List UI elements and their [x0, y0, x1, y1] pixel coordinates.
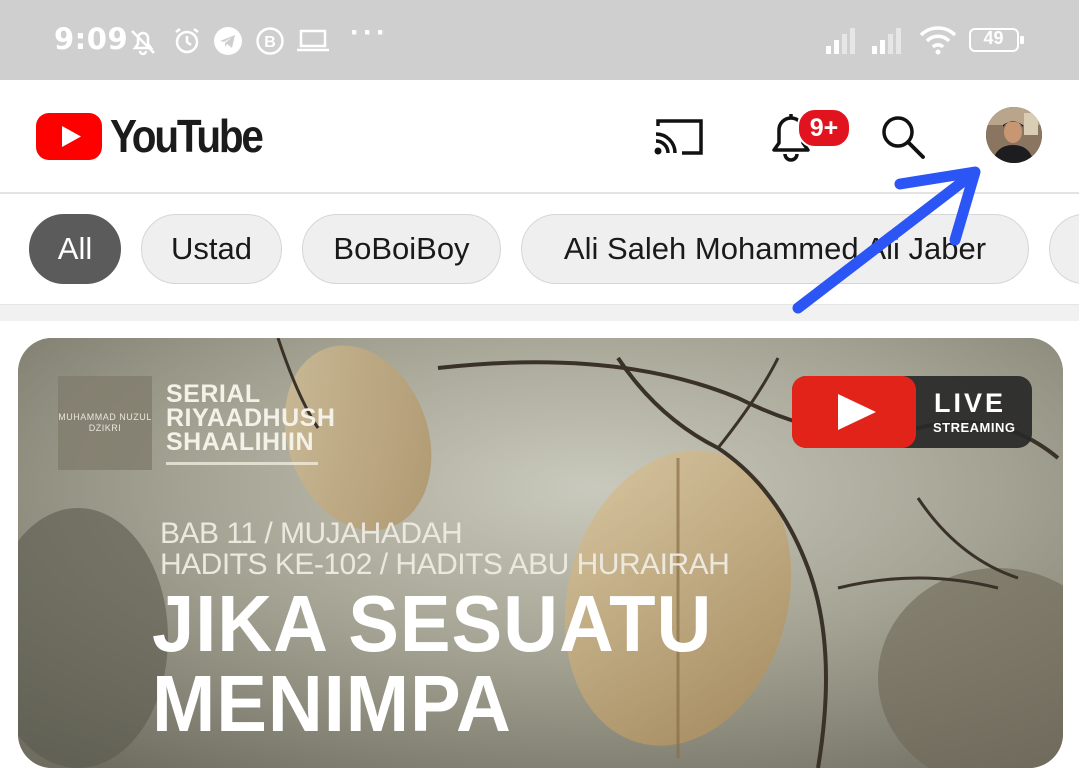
series-line-2: RIYAADHUSH [166, 404, 336, 432]
chip-next-partial[interactable] [1049, 214, 1079, 284]
title-line-2: MENIMPA [152, 659, 512, 748]
wifi-icon [919, 26, 957, 55]
status-bar: 9:09 B ··· 49 [0, 0, 1079, 80]
series-title: SERIAL RIYAADHUSH SHAALIHIIN [166, 380, 336, 456]
chip-ustad[interactable]: Ustad [141, 214, 282, 284]
chip-ali-saleh[interactable]: Ali Saleh Mohammed Ali Jaber [521, 214, 1029, 284]
mute-bell-icon [131, 30, 155, 56]
youtube-play-icon [36, 112, 102, 160]
live-play-box [792, 376, 916, 448]
telegram-icon [214, 27, 242, 55]
play-icon [838, 394, 876, 430]
title-line-1: JIKA SESUATU [152, 579, 713, 668]
chip-all[interactable]: All [29, 214, 121, 284]
notification-badge: 9+ [797, 108, 851, 148]
battery-level: 49 [983, 28, 1004, 48]
feed-divider [0, 305, 1079, 321]
signal-icon [826, 28, 855, 54]
status-time: 9:09 [54, 22, 129, 56]
live-label: LIVE [934, 388, 1007, 418]
live-streaming-badge: LIVE STREAMING [792, 376, 1032, 448]
svg-text:B: B [264, 34, 276, 51]
bab-line-2: HADITS KE-102 / HADITS ABU HURAIRAH [160, 548, 730, 581]
app-header: YouTube [0, 80, 1079, 194]
chip-boboiboy[interactable]: BoBoiBoy [302, 214, 501, 284]
video-thumbnail[interactable]: MUHAMMAD NUZUL DZIKRI SERIAL RIYAADHUSH … [18, 338, 1063, 768]
series-line-3: SHAALIHIIN [166, 428, 315, 456]
more-dots-icon: ··· [350, 16, 389, 49]
live-sub-label: STREAMING [933, 420, 1016, 435]
cast-icon[interactable] [654, 118, 704, 156]
video-big-title: JIKA SESUATU MENIMPA [152, 584, 712, 744]
series-line-1: SERIAL [166, 380, 261, 408]
search-icon[interactable] [880, 114, 926, 160]
channel-logo-box: MUHAMMAD NUZUL DZIKRI [58, 376, 152, 470]
battery-icon: 49 [969, 28, 1024, 52]
alarm-icon [175, 28, 199, 54]
avatar[interactable] [986, 107, 1042, 163]
series-underline [166, 462, 318, 465]
filter-chip-bar: All Ustad BoBoiBoy Ali Saleh Mohammed Al… [0, 194, 1079, 305]
logo-text: YouTube [110, 110, 264, 162]
avatar-image [986, 107, 1042, 163]
video-subtitle: BAB 11 / MUJAHADAH HADITS KE-102 / HADIT… [160, 517, 730, 581]
bab-line-1: BAB 11 / MUJAHADAH [160, 517, 463, 550]
youtube-logo[interactable]: YouTube [36, 110, 282, 162]
signal-icon-2 [872, 28, 901, 54]
bbm-icon: B [256, 27, 284, 55]
laptop-icon [297, 29, 329, 52]
